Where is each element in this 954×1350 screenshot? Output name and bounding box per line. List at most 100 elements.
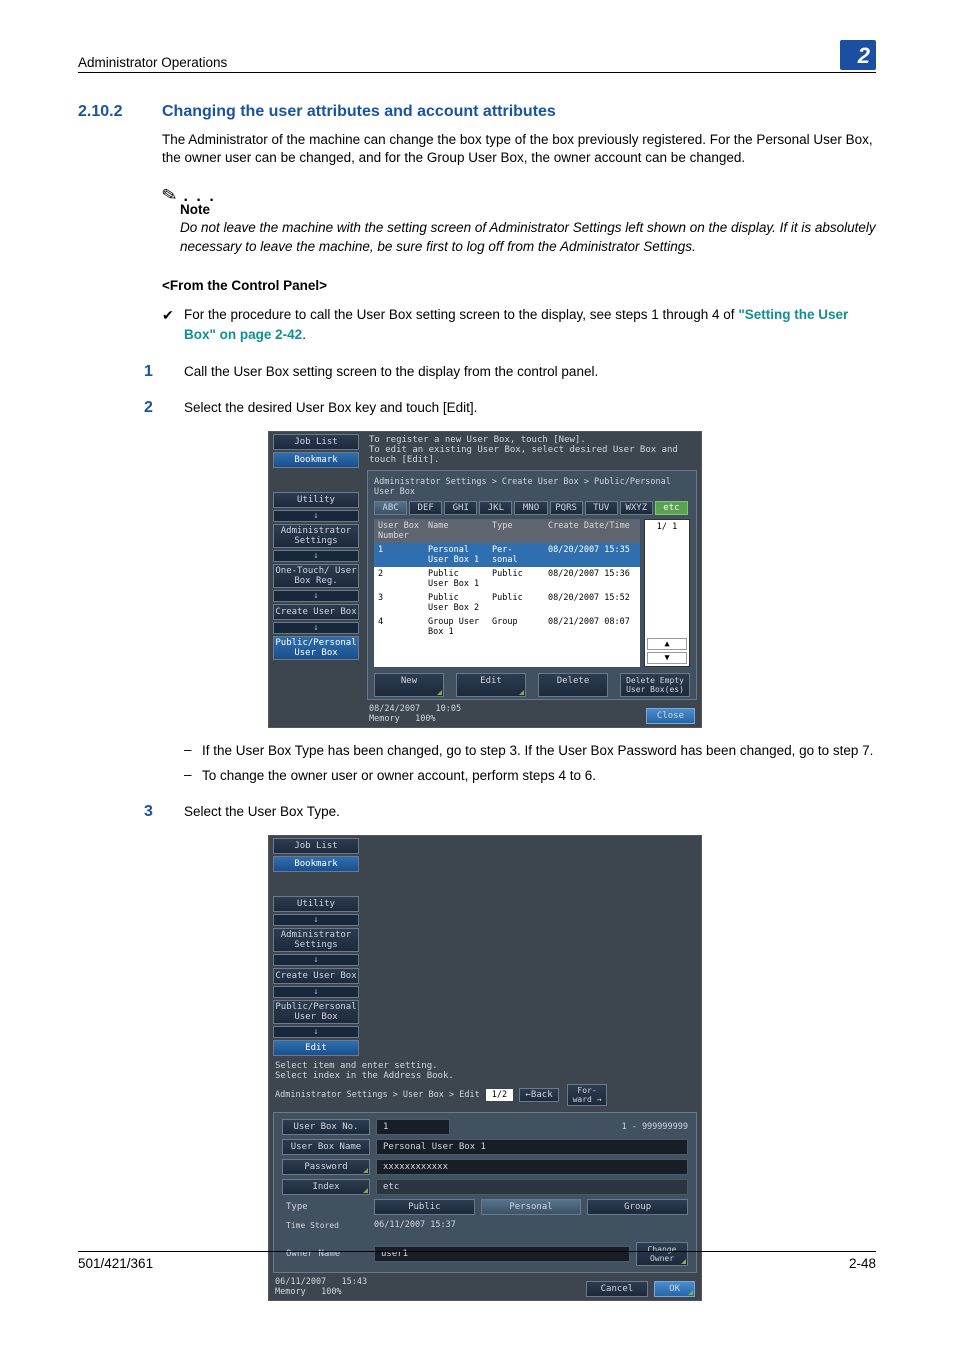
tab-jkl[interactable]: JKL xyxy=(479,501,512,515)
footer-right: 2-48 xyxy=(849,1256,876,1271)
back-button[interactable]: ←Back xyxy=(519,1088,559,1102)
type-public[interactable]: Public xyxy=(374,1199,475,1215)
breadcrumb: Administrator Settings > User Box > Edit xyxy=(275,1090,480,1100)
bullet-dash: – xyxy=(184,767,202,785)
utility-button[interactable]: Utility xyxy=(273,896,359,912)
ok-button[interactable]: OK xyxy=(654,1281,695,1297)
admin-settings-button[interactable]: Administrator Settings xyxy=(273,928,359,952)
public-personal-button[interactable]: Public/Personal User Box xyxy=(273,636,359,660)
delete-button[interactable]: Delete xyxy=(538,673,608,697)
page-down-button[interactable]: ▼ xyxy=(647,652,687,664)
arrow-down-icon[interactable]: ↓ xyxy=(273,590,359,602)
step-text-2: Select the desired User Box key and touc… xyxy=(184,399,876,417)
userboxno-label: User Box No. xyxy=(282,1119,370,1135)
note-text: Do not leave the machine with the settin… xyxy=(180,219,876,255)
admin-settings-button[interactable]: Administrator Settings xyxy=(273,524,359,548)
step-number-3: 3 xyxy=(144,803,184,821)
tab-pqrs[interactable]: PQRS xyxy=(550,501,583,515)
msg1: Select item and enter setting. xyxy=(275,1061,695,1071)
status-pct: 100% xyxy=(415,714,435,724)
timestored-label: Time Stored xyxy=(282,1219,368,1232)
bookmark-button[interactable]: Bookmark xyxy=(273,856,359,872)
step-text-3: Select the User Box Type. xyxy=(184,803,876,821)
index-value: etc xyxy=(376,1179,688,1195)
screenshot-2: Job List Bookmark Utility ↓ Administrato… xyxy=(268,835,702,1301)
joblist-button[interactable]: Job List xyxy=(273,434,359,450)
new-button[interactable]: New xyxy=(374,673,444,697)
arrow-down-icon[interactable]: ↓ xyxy=(273,622,359,634)
note-a: If the User Box Type has been changed, g… xyxy=(202,742,876,760)
create-userbox-button[interactable]: Create User Box xyxy=(273,604,359,620)
status-pct: 100% xyxy=(321,1287,341,1297)
arrow-down-icon[interactable]: ↓ xyxy=(273,954,359,966)
tab-wxyz[interactable]: WXYZ xyxy=(620,501,653,515)
edit-button[interactable]: Edit xyxy=(456,673,526,697)
joblist-button[interactable]: Job List xyxy=(273,838,359,854)
step-text-1: Call the User Box setting screen to the … xyxy=(184,363,876,381)
password-label[interactable]: Password xyxy=(282,1159,370,1175)
header-title: Administrator Operations xyxy=(78,55,227,70)
table-row[interactable]: 4Group User Box 1Group08/21/2007 08:07 xyxy=(374,615,640,639)
intro-paragraph: The Administrator of the machine can cha… xyxy=(162,131,876,167)
status-memory: Memory xyxy=(275,1287,306,1297)
table-row[interactable]: 3Public User Box 2Public08/20/2007 15:52 xyxy=(374,591,640,615)
col-date: Create Date/Time xyxy=(544,519,640,543)
status-time: 10:05 xyxy=(436,704,462,714)
forward-button[interactable]: For- ward → xyxy=(567,1084,607,1106)
table-row[interactable]: 1Personal User Box 1Per- sonal08/20/2007… xyxy=(374,543,640,567)
arrow-down-icon[interactable]: ↓ xyxy=(273,510,359,522)
password-value: xxxxxxxxxxxx xyxy=(376,1159,688,1175)
onetouch-button[interactable]: One-Touch/ User Box Reg. xyxy=(273,564,359,588)
msg2: To edit an existing User Box, select des… xyxy=(369,445,695,465)
col-name: Name xyxy=(424,519,488,543)
status-date: 08/24/2007 xyxy=(369,704,420,714)
type-label: Type xyxy=(282,1200,368,1214)
close-button[interactable]: Close xyxy=(646,708,695,724)
arrow-down-icon[interactable]: ↓ xyxy=(273,1026,359,1038)
type-group[interactable]: Group xyxy=(587,1199,688,1215)
delete-empty-button[interactable]: Delete Empty User Box(es) xyxy=(620,673,690,697)
create-userbox-button[interactable]: Create User Box xyxy=(273,968,359,984)
utility-button[interactable]: Utility xyxy=(273,492,359,508)
status-date: 06/11/2007 xyxy=(275,1277,326,1287)
msg1: To register a new User Box, touch [New]. xyxy=(369,435,695,445)
col-type: Type xyxy=(488,519,544,543)
tab-etc[interactable]: etc xyxy=(655,501,688,515)
section-title: Changing the user attributes and account… xyxy=(162,103,556,121)
index-label[interactable]: Index xyxy=(282,1179,370,1195)
bookmark-button[interactable]: Bookmark xyxy=(273,452,359,468)
public-personal-button[interactable]: Public/Personal User Box xyxy=(273,1000,359,1024)
table-row[interactable]: 2Public User Box 1Public08/20/2007 15:36 xyxy=(374,567,640,591)
tab-def[interactable]: DEF xyxy=(409,501,442,515)
tab-mno[interactable]: MNO xyxy=(514,501,547,515)
col-number: User Box Number xyxy=(374,519,424,543)
section-number: 2.10.2 xyxy=(78,103,162,121)
status-time: 15:43 xyxy=(342,1277,368,1287)
edit-button-side[interactable]: Edit xyxy=(273,1040,359,1056)
userboxname-value: Personal User Box 1 xyxy=(376,1139,688,1155)
screenshot-1: Job List Bookmark Utility ↓ Administrato… xyxy=(268,431,702,728)
userboxname-label[interactable]: User Box Name xyxy=(282,1139,370,1155)
prereq-text: For the procedure to call the User Box s… xyxy=(184,305,876,346)
cancel-button[interactable]: Cancel xyxy=(586,1281,649,1297)
bullet-dash: – xyxy=(184,742,202,760)
type-personal[interactable]: Personal xyxy=(481,1199,582,1215)
page-indicator: 1/2 xyxy=(486,1089,513,1101)
breadcrumb: Administrator Settings > Create User Box… xyxy=(368,471,696,501)
arrow-down-icon[interactable]: ↓ xyxy=(273,550,359,562)
tab-abc[interactable]: ABC xyxy=(374,501,407,515)
arrow-down-icon[interactable]: ↓ xyxy=(273,914,359,926)
footer-left: 501/421/361 xyxy=(78,1256,153,1271)
page-up-button[interactable]: ▲ xyxy=(647,638,687,650)
note-label: Note xyxy=(180,202,876,217)
chapter-badge: 2 xyxy=(840,40,876,70)
subheading-from-control-panel: <From the Control Panel> xyxy=(162,278,876,293)
step-number-1: 1 xyxy=(144,363,184,381)
page-indicator: 1/ 1 xyxy=(647,522,687,532)
checkmark-icon: ✔ xyxy=(162,305,184,346)
timestored-value: 06/11/2007 15:37 xyxy=(374,1220,456,1230)
tab-tuv[interactable]: TUV xyxy=(585,501,618,515)
userboxno-value: 1 xyxy=(376,1119,450,1135)
arrow-down-icon[interactable]: ↓ xyxy=(273,986,359,998)
tab-ghi[interactable]: GHI xyxy=(444,501,477,515)
